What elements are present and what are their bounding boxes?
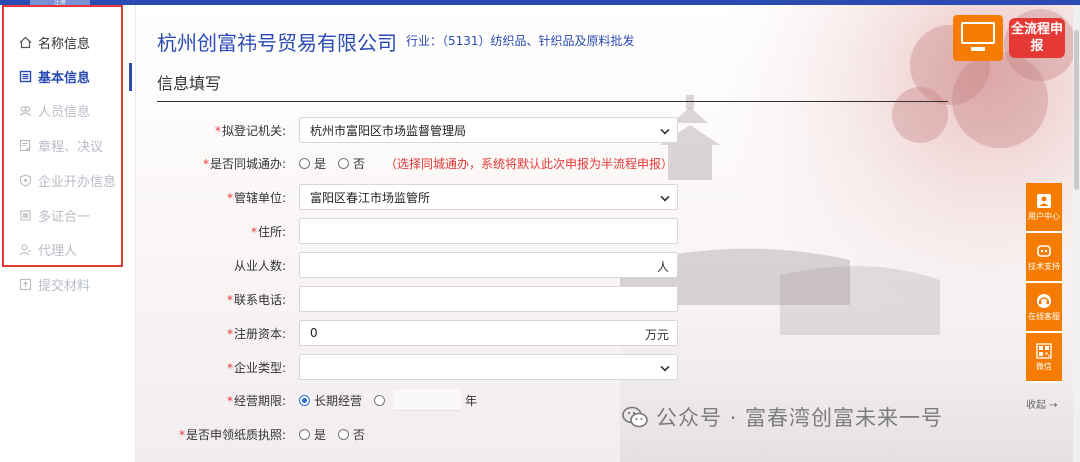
sidebar-item-label: 企业开办信息 [38, 174, 117, 190]
same-city-no[interactable]: 否 [338, 155, 365, 172]
right-dock: 用户中心 技术支持 在线客服 微信 [1026, 183, 1062, 383]
dock-online-service[interactable]: 在线客服 [1026, 283, 1062, 333]
upload-icon [18, 277, 32, 291]
row-capital: *注册资本: 0 万元 [136, 320, 736, 346]
watermark: 公众号 · 富春湾创富未来一号 [622, 402, 943, 432]
chevron-down-icon [660, 362, 670, 372]
term-long[interactable]: 长期经营 [299, 392, 362, 409]
registration-authority-select[interactable]: 杭州市富阳区市场监督管理局 [299, 117, 678, 143]
dock-tech-support[interactable]: 技术支持 [1026, 233, 1062, 283]
sidebar-item-label: 人员信息 [38, 104, 91, 120]
main-panel: 杭州创富祎号贸易有限公司 行业：（5131）纺织品、针织品及原料批发 信息填写 … [136, 5, 1080, 462]
address-input[interactable] [299, 218, 678, 244]
paper-license-yes[interactable]: 是 [299, 426, 326, 443]
section-divider [157, 101, 948, 102]
employees-unit: 人 [656, 260, 669, 274]
company-type-label: *企业类型: [226, 360, 286, 375]
wechat-icon [622, 406, 648, 428]
radio-icon [374, 394, 386, 406]
registration-authority-label: *拟登记机关: [214, 123, 286, 138]
section-title: 信息填写 [157, 74, 222, 93]
monitor-icon [953, 15, 1003, 61]
sidebar-item-articles[interactable]: 章程、决议 [0, 128, 132, 162]
radio-icon [299, 394, 310, 406]
term-radio-group: 长期经营 年 [299, 389, 477, 411]
stack-icon [18, 208, 32, 222]
same-city-note: （选择同城通办，系统将默认此次申报为半流程申报） [385, 156, 674, 171]
address-label: *住所: [250, 224, 286, 239]
sidebar-item-label: 基本信息 [38, 70, 91, 86]
sidebar-item-multi-cert[interactable]: 多证合一 [0, 198, 132, 232]
sidebar-item-label: 名称信息 [38, 36, 91, 52]
employees-input[interactable]: 人 [299, 252, 678, 278]
user-icon [1037, 194, 1051, 208]
watermark-text: 公众号 · 富春湾创富未来一号 [656, 406, 944, 430]
row-employees: 从业人数: 人 [136, 252, 736, 278]
headset-icon [1037, 294, 1051, 308]
radio-icon [299, 428, 310, 440]
row-registration-authority: *拟登记机关: 杭州市富阳区市场监督管理局 [136, 117, 736, 143]
phone-label: *联系电话: [226, 292, 286, 307]
capital-unit: 万元 [644, 328, 669, 342]
row-same-city: *是否同城通办: 是 否 （选择同城通办，系统将默认此次申报为半流程申报） [136, 150, 836, 176]
sidebar-item-label: 提交材料 [38, 278, 91, 294]
home-icon [18, 35, 32, 49]
term-label: *经营期限: [226, 393, 286, 408]
document-icon [18, 69, 32, 83]
paper-license-label: *是否申领纸质执照: [178, 427, 286, 442]
sidebar-item-submit[interactable]: 提交材料 [0, 267, 132, 301]
row-company-type: *企业类型: [136, 354, 736, 380]
same-city-yes[interactable]: 是 [299, 155, 326, 172]
term-years-input[interactable] [393, 389, 462, 411]
same-city-radio-group: 是 否 （选择同城通办，系统将默认此次申报为半流程申报） [299, 155, 673, 172]
term-years-unit: 年 [465, 393, 478, 408]
dock-user-center[interactable]: 用户中心 [1026, 183, 1062, 233]
shield-icon [18, 173, 32, 187]
radio-icon [299, 157, 310, 169]
radio-icon [338, 428, 350, 440]
paper-license-no[interactable]: 否 [338, 426, 365, 443]
sidebar-item-label: 章程、决议 [38, 139, 104, 155]
scrollbar-thumb[interactable] [1074, 30, 1079, 190]
sidebar-item-personnel[interactable]: 人员信息 [0, 93, 132, 127]
doc-check-icon [18, 138, 32, 152]
row-address: *住所: [136, 218, 736, 244]
jurisdiction-label: *管辖单位: [226, 190, 286, 205]
jurisdiction-select[interactable]: 富阳区春江市场监管所 [299, 184, 678, 210]
radio-icon [338, 157, 350, 169]
row-phone: *联系电话: [136, 286, 736, 312]
row-jurisdiction: *管辖单位: 富阳区春江市场监管所 [136, 184, 736, 210]
sidebar: 名称信息 基本信息 人员信息 章程、决议 企业开办信息 多证合一 代理人 提交材… [0, 5, 136, 462]
paper-license-radio-group: 是 否 [299, 426, 377, 443]
phone-input[interactable] [299, 286, 678, 312]
chevron-down-icon [660, 192, 670, 202]
sidebar-item-label: 多证合一 [38, 209, 91, 225]
company-name: 杭州创富祎号贸易有限公司 [157, 31, 397, 55]
sidebar-item-name-info[interactable]: 名称信息 [0, 25, 132, 59]
full-process-label: 全流程申报 [1009, 18, 1065, 58]
sidebar-item-opening-info[interactable]: 企业开办信息 [0, 163, 132, 197]
term-years[interactable] [374, 394, 389, 406]
qrcode-icon [1036, 343, 1052, 359]
industry-text: 行业：（5131）纺织品、针织品及原料批发 [406, 34, 635, 48]
company-type-select[interactable] [299, 354, 678, 380]
dock-wechat[interactable]: 微信 [1026, 333, 1062, 383]
capital-input[interactable]: 0 万元 [299, 320, 678, 346]
same-city-label: *是否同城通办: [202, 156, 286, 171]
sidebar-item-agent[interactable]: 代理人 [0, 232, 132, 266]
full-process-badge[interactable]: 全流程申报 [953, 15, 1073, 61]
person-icon [18, 242, 32, 256]
employees-label: 从业人数: [233, 258, 286, 273]
dock-collapse-button[interactable]: 收起 → [1026, 396, 1058, 411]
robot-icon [1037, 245, 1051, 257]
capital-label: *注册资本: [226, 326, 286, 341]
people-icon [18, 103, 32, 117]
chevron-down-icon [660, 125, 670, 135]
sidebar-item-basic-info[interactable]: 基本信息 [0, 59, 132, 93]
sidebar-item-label: 代理人 [38, 243, 78, 259]
